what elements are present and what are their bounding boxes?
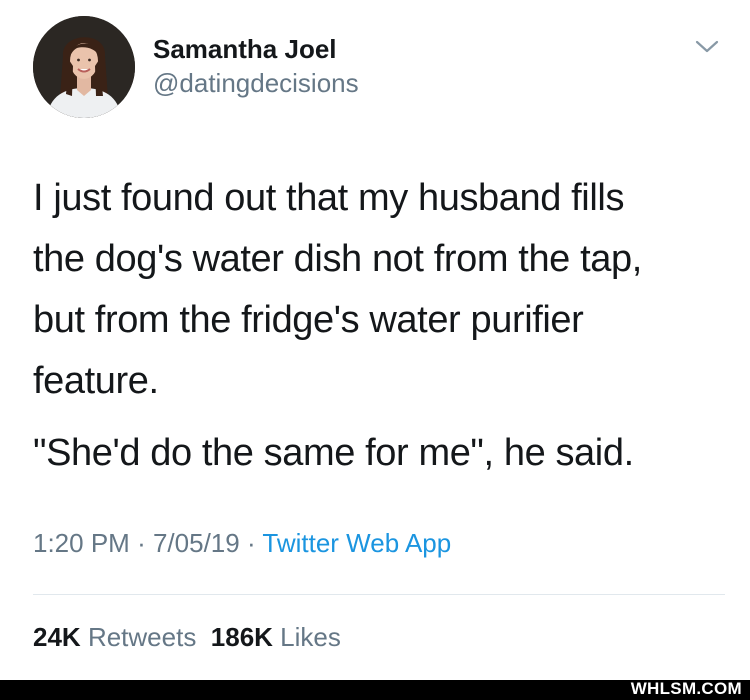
tweet-text-line: but from the fridge's water purifier — [33, 299, 584, 341]
tweet-text-line: the dog's water dish not from the tap, — [33, 238, 642, 280]
tweet-time[interactable]: 1:20 PM — [33, 528, 130, 558]
tweet-source-link[interactable]: Twitter Web App — [262, 528, 451, 558]
separator: · — [246, 528, 256, 558]
tweet-text: I just found out that my husband fills t… — [33, 168, 723, 484]
tweet-text-line: I just found out that my husband fills — [33, 177, 625, 219]
tweet-text-line: feature. — [33, 360, 159, 402]
watermark: WHLSM.COM — [630, 679, 742, 698]
likes-label: Likes — [280, 622, 341, 652]
tweet-date[interactable]: 7/05/19 — [153, 528, 240, 558]
chevron-down-icon[interactable] — [694, 38, 720, 56]
likes-stat[interactable]: 186K Likes — [211, 622, 341, 652]
user-handle[interactable]: @datingdecisions — [153, 68, 359, 99]
watermark-bar: WHLSM.COM — [0, 679, 750, 700]
separator: · — [137, 528, 146, 558]
engagement-stats: 24K Retweets 186K Likes — [33, 622, 341, 653]
tweet-quote-line: "She'd do the same for me", he said. — [33, 432, 634, 474]
likes-count: 186K — [210, 622, 273, 652]
tweet-metadata: 1:20 PM · 7/05/19 · Twitter Web App — [33, 528, 451, 559]
retweets-stat[interactable]: 24K Retweets — [33, 622, 196, 652]
display-name[interactable]: Samantha Joel — [153, 34, 337, 65]
retweets-count: 24K — [33, 622, 81, 652]
tweet-card: Samantha Joel @datingdecisions I just fo… — [0, 0, 750, 680]
divider — [33, 594, 725, 595]
retweets-label: Retweets — [87, 622, 197, 652]
avatar[interactable] — [33, 16, 135, 118]
